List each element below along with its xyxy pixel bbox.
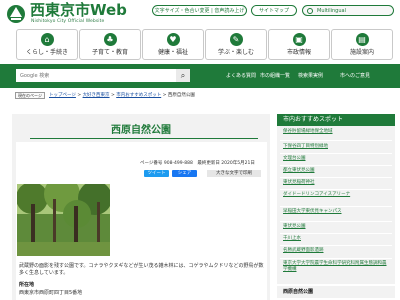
sidebar-divider	[280, 165, 392, 166]
park-photo	[17, 184, 110, 256]
page-meta: ページ番号 908-499-888 最終更新日 2020年5月21日	[140, 161, 255, 166]
site-subtitle: Nishitokyo City Official Website	[31, 19, 105, 24]
breadcrumb-spots[interactable]: 市内おすすめスポット	[116, 93, 161, 98]
city-hall-icon: ▣	[292, 33, 306, 46]
nav-living-label: くらし・手続き	[25, 49, 68, 56]
search-example-link[interactable]: 検索果実例	[298, 72, 323, 79]
sidebar-divider	[280, 221, 392, 222]
search-input[interactable]	[16, 69, 176, 82]
breadcrumb-current: 西原自然公園	[167, 93, 195, 98]
sidebar-divider	[280, 189, 392, 190]
city-logo-icon[interactable]	[6, 4, 26, 24]
sidebar-item[interactable]: 東京大学大学院農学生命科学研究科附属生態調和農学機構	[283, 261, 389, 273]
search-icon[interactable]: ⌕	[176, 69, 190, 82]
nav-city-info-label: 市政情報	[286, 49, 311, 56]
large-print-button[interactable]: 大きな文字で印刷	[207, 170, 261, 177]
site-title[interactable]: 西東京市Web	[30, 2, 127, 19]
sitemap-button[interactable]: サイトマップ	[251, 5, 297, 16]
park-description: 武蔵野の面影を残す公園です。コナラやクヌギなどが生い茂る雑木林には、コゲラやムク…	[19, 263, 264, 276]
address-text: 西東京市西原町四丁目5番地	[19, 290, 83, 296]
nav-childcare[interactable]: ♣ 子育て・教育	[79, 29, 141, 60]
multilingual-button[interactable]: Multilingual	[302, 5, 394, 16]
sidebar-divider	[280, 153, 392, 154]
home-icon: ⌂	[40, 33, 54, 46]
sidebar-divider	[280, 206, 392, 207]
sidebar-item[interactable]: 都立東伏見公園	[283, 168, 389, 174]
sidebar-item[interactable]: 千川上水	[283, 236, 389, 242]
nav-facilities-label: 施設案内	[349, 49, 374, 56]
title-divider	[30, 138, 258, 139]
sidebar-item[interactable]: 文理台公園	[283, 156, 389, 162]
nav-health-label: 健康・福祉	[157, 49, 188, 56]
text-size-voice-button[interactable]: 文字サイズ・色合い変更 | 音声読み上げ	[152, 5, 247, 16]
sidebar-item[interactable]: 早稲田大学東伏見キャンパス	[283, 209, 389, 215]
sidebar-heading: 市内おすすめスポット	[277, 114, 395, 126]
org-list-link[interactable]: 市の組織一覧	[260, 72, 290, 79]
nav-living[interactable]: ⌂ くらし・手続き	[16, 29, 78, 60]
sidebar-divider	[280, 140, 392, 141]
nav-learning[interactable]: ✎ 学ぶ・楽しむ	[205, 29, 267, 60]
globe-icon	[307, 8, 313, 14]
building-icon: ▤	[355, 33, 369, 46]
sidebar-divider	[280, 245, 392, 246]
sidebar-item[interactable]: 名勝武蔵野面影遺跡	[283, 248, 389, 254]
sidebar-divider	[280, 258, 392, 259]
sidebar-item[interactable]: 下保谷四丁目特別緑地	[283, 144, 389, 150]
facebook-share-button[interactable]: シェア	[172, 170, 197, 177]
breadcrumb-daisuki[interactable]: 大好き西東京	[83, 93, 110, 98]
heart-icon: ♥	[166, 33, 180, 46]
sidebar-item[interactable]: 保谷貯留場緑地保全地域	[283, 129, 389, 135]
nav-childcare-label: 子育て・教育	[91, 49, 128, 56]
nav-health[interactable]: ♥ 健康・福祉	[142, 29, 204, 60]
nav-learning-label: 学ぶ・楽しむ	[217, 49, 254, 56]
faq-link[interactable]: よくある質問	[226, 72, 256, 79]
page-title: 西原自然公園	[111, 125, 171, 136]
sidebar-divider	[280, 177, 392, 178]
breadcrumb: トップページ > 大好き西東京 > 市内おすすめスポット > 西原自然公園	[49, 93, 195, 98]
address-heading: 所在地	[19, 282, 35, 288]
nav-city-info[interactable]: ▣ 市政情報	[268, 29, 330, 60]
tweet-button[interactable]: ツイート	[144, 170, 169, 177]
feedback-link[interactable]: 市へのご意見	[340, 72, 370, 79]
family-icon: ♣	[103, 33, 117, 46]
sidebar-divider	[280, 233, 392, 234]
sidebar-current-item: 西原自然公園	[277, 284, 395, 298]
book-icon: ✎	[229, 33, 243, 46]
sidebar-item[interactable]: 東伏見稲荷神社	[283, 180, 389, 186]
nav-facilities[interactable]: ▤ 施設案内	[331, 29, 393, 60]
sidebar-item[interactable]: ダイドードリンコアイスアリーナ	[283, 192, 389, 198]
breadcrumb-home[interactable]: トップページ	[49, 93, 76, 98]
current-location-badge: 現在のページ	[15, 92, 45, 99]
sidebar-item[interactable]: 東伏見公園	[283, 224, 389, 230]
